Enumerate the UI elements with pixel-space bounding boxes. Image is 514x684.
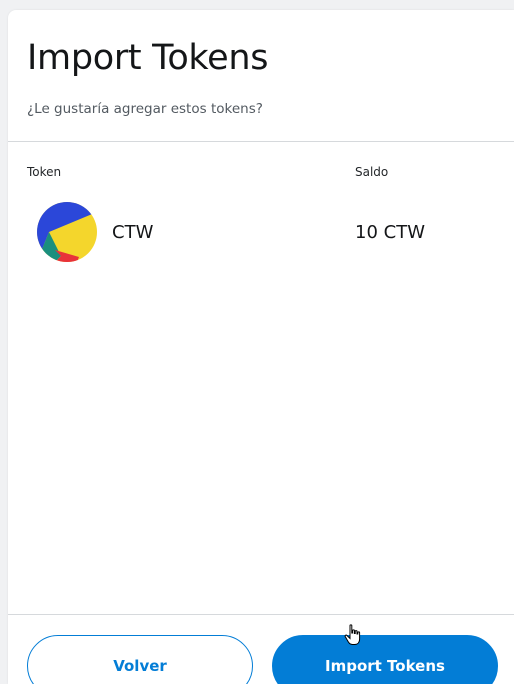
back-button[interactable]: Volver [27, 635, 253, 684]
page-title: Import Tokens [27, 38, 269, 78]
column-header-token: Token [27, 165, 62, 179]
panel-header: Import Tokens ¿Le gustaría agregar estos… [8, 10, 514, 142]
ctw-token-icon [37, 202, 97, 262]
import-tokens-panel: Import Tokens ¿Le gustaría agregar estos… [8, 10, 514, 684]
token-row: CTW 10 CTW [8, 198, 514, 268]
panel-footer: Volver Import Tokens [8, 614, 514, 684]
column-header-balance: Saldo [355, 165, 389, 179]
token-balance: 10 CTW [355, 222, 425, 243]
page-subtitle: ¿Le gustaría agregar estos tokens? [27, 101, 263, 117]
token-symbol: CTW [112, 222, 154, 243]
import-tokens-button[interactable]: Import Tokens [272, 635, 498, 684]
